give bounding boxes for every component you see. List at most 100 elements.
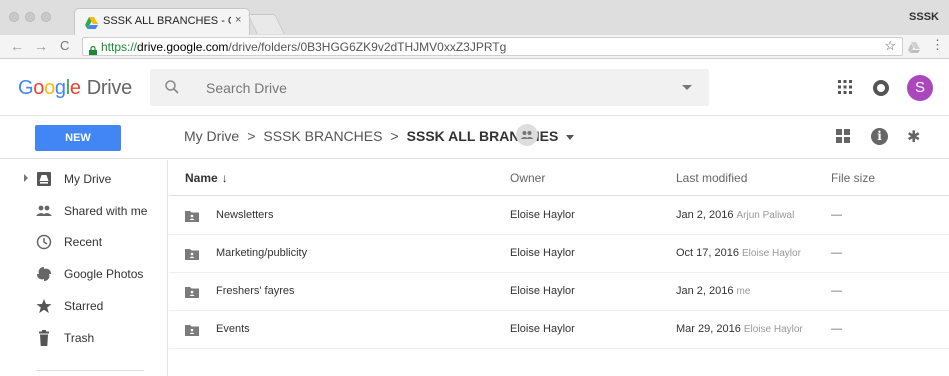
tab-close-button[interactable]: × (235, 14, 241, 26)
sidebar-item-trash[interactable]: Trash (0, 323, 168, 355)
shared-folder-icon (185, 285, 199, 303)
file-name: Events (216, 323, 250, 335)
shared-folder-icon[interactable] (516, 124, 538, 146)
modified-by: me (736, 286, 751, 297)
sidebar-item-label: Recent (64, 235, 103, 249)
table-row[interactable]: Events Eloise Haylor Mar 29, 2016 Eloise … (169, 311, 949, 349)
column-header-file-size[interactable]: File size (831, 171, 875, 185)
photos-pinwheel-icon (36, 266, 52, 282)
table-row[interactable]: Freshers' fayres Eloise Haylor Jan 2, 20… (169, 273, 949, 311)
search-icon (165, 80, 179, 99)
clock-icon (36, 234, 52, 250)
logo-letter: g (54, 77, 66, 99)
window-minimize-button[interactable] (25, 12, 35, 22)
url-scheme: https:// (101, 40, 138, 54)
google-drive-logo[interactable]: Google Drive (18, 77, 132, 100)
url-path: /drive/folders/0B3HGG6ZK9v2dTHJMV0xxZ3JP… (228, 40, 507, 54)
file-size: — (831, 323, 842, 335)
url-host: drive.google.com (137, 40, 229, 54)
avatar[interactable]: S (907, 75, 933, 101)
sidebar: My Drive Shared with me Recent Google Ph… (0, 160, 168, 376)
folder-menu-caret-icon[interactable] (566, 134, 575, 140)
file-modified: Mar 29, 2016 Eloise Haylor (676, 323, 803, 335)
table-row[interactable]: Newsletters Eloise Haylor Jan 2, 2016 Arj… (169, 197, 949, 235)
new-tab-button[interactable] (247, 14, 285, 34)
drive-favicon-icon (85, 16, 98, 34)
breadcrumb-separator: > (247, 128, 256, 144)
file-size: — (831, 247, 842, 259)
drive-toolbar: NEW My Drive > SSSK BRANCHES > SSSK ALL BRAN… (0, 116, 949, 159)
address-bar-row: ← → C https://drive.google.com/drive/fol… (0, 35, 949, 59)
browser-menu-icon[interactable]: ⋮ (931, 38, 944, 52)
column-header-last-modified[interactable]: Last modified (676, 171, 747, 185)
logo-letter: e (69, 77, 81, 99)
file-size: — (831, 209, 842, 221)
modified-by: Eloise Haylor (742, 248, 801, 259)
modified-by: Eloise Haylor (743, 324, 803, 335)
back-button[interactable]: ← (10, 38, 24, 54)
sort-arrow-icon[interactable]: ↓ (222, 171, 228, 185)
column-header-name[interactable]: Name ↓ (185, 171, 228, 185)
column-header-label: Name (185, 171, 218, 185)
file-name: Freshers' fayres (216, 285, 295, 297)
grid-view-icon[interactable] (836, 129, 850, 148)
sidebar-item-label: Shared with me (64, 204, 148, 218)
shared-folder-icon (185, 323, 199, 341)
logo-letter: G (18, 77, 34, 99)
modified-date: Jan 2, 2016 (676, 285, 734, 297)
sidebar-item-label: Google Photos (64, 267, 144, 281)
file-owner: Eloise Haylor (510, 323, 575, 335)
sidebar-item-google-photos[interactable]: Google Photos (0, 259, 168, 291)
file-size: — (831, 285, 842, 297)
file-owner: Eloise Haylor (510, 285, 575, 297)
forward-button[interactable]: → (34, 38, 48, 54)
shared-folder-icon (185, 247, 199, 265)
modified-by: Arjun Paliwal (736, 210, 795, 221)
breadcrumb-item-my-drive[interactable]: My Drive (184, 128, 239, 144)
bookmark-star-icon[interactable]: ☆ (884, 38, 896, 54)
breadcrumb-item-sssk-branches[interactable]: SSSK BRANCHES (263, 128, 382, 144)
shared-folder-icon (185, 209, 199, 227)
browser-tab-bar: SSSK ALL BRANCHES - Google Drive × SSSK (0, 0, 949, 35)
sidebar-item-label: Starred (64, 299, 104, 313)
search-options-dropdown-icon[interactable] (682, 85, 692, 90)
reload-button[interactable]: C (60, 38, 69, 53)
settings-gear-icon[interactable]: ✱ (907, 127, 920, 147)
file-owner: Eloise Haylor (510, 209, 575, 221)
browser-profile-name[interactable]: SSSK (909, 11, 939, 23)
modified-date: Oct 17, 2016 (676, 247, 739, 259)
logo-letter: o (33, 77, 45, 99)
sidebar-divider (36, 370, 144, 371)
people-icon (36, 203, 52, 219)
extension-icon[interactable] (908, 40, 920, 58)
window-close-button[interactable] (9, 12, 19, 22)
url-input[interactable]: https://drive.google.com/drive/folders/0… (82, 37, 903, 56)
apps-grid-icon[interactable] (838, 80, 852, 99)
drive-icon (36, 171, 52, 187)
file-list-header: Name ↓ Owner Last modified File size (169, 160, 949, 196)
info-icon[interactable]: i (871, 128, 888, 145)
file-owner: Eloise Haylor (510, 247, 575, 259)
sidebar-item-recent[interactable]: Recent (0, 227, 168, 259)
column-header-owner[interactable]: Owner (510, 171, 545, 185)
file-modified: Jan 2, 2016 Arjun Paliwal (676, 209, 794, 221)
notifications-icon[interactable] (873, 80, 889, 96)
file-name: Marketing/publicity (216, 247, 308, 259)
sidebar-item-my-drive[interactable]: My Drive (0, 164, 168, 196)
lock-icon (89, 42, 97, 55)
new-button[interactable]: NEW (35, 125, 121, 151)
modified-date: Mar 29, 2016 (676, 323, 741, 335)
search-input[interactable]: Search Drive (150, 69, 709, 106)
browser-tab[interactable]: SSSK ALL BRANCHES - Google Drive × (74, 8, 250, 35)
window-zoom-button[interactable] (41, 12, 51, 22)
table-row[interactable]: Marketing/publicity Eloise Haylor Oct 17… (169, 235, 949, 273)
logo-letter: o (44, 77, 55, 99)
sidebar-item-starred[interactable]: Starred (0, 291, 168, 323)
sidebar-item-shared-with-me[interactable]: Shared with me (0, 196, 168, 228)
file-modified: Oct 17, 2016 Eloise Haylor (676, 247, 801, 259)
sidebar-item-label: My Drive (64, 172, 112, 186)
sidebar-item-label: Trash (64, 331, 95, 345)
trash-icon (36, 330, 52, 346)
expand-arrow-icon[interactable] (24, 174, 28, 182)
breadcrumb-separator: > (390, 128, 399, 144)
